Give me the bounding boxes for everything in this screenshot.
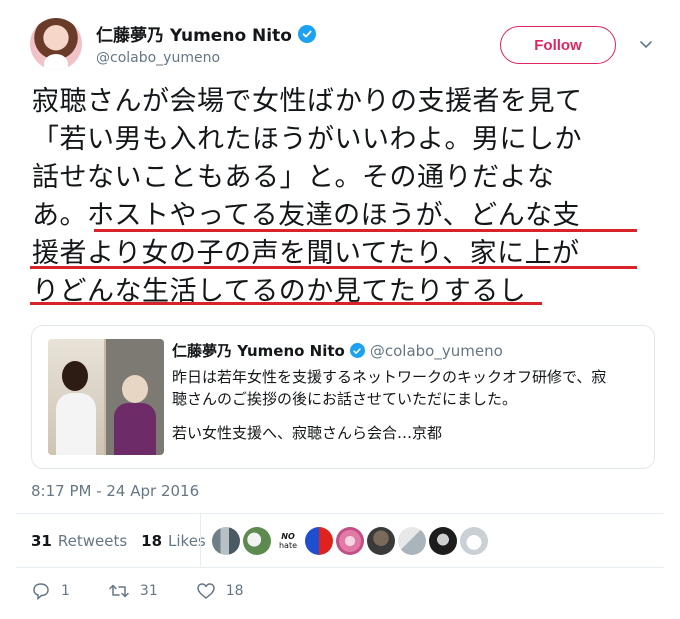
divider [16, 513, 664, 514]
likes-count: 18 [141, 532, 163, 550]
tweet-line: 「若い男も入れたほうがいいわよ。男にしか [32, 124, 582, 155]
quoted-tweet-photo [48, 339, 164, 455]
verified-badge-icon [349, 343, 365, 358]
retweets-stat[interactable]: 31 Retweets [31, 532, 127, 550]
tweet-line: 寂聴さんが会場で女性ばかりの支援者を見て [32, 86, 583, 117]
highlight-underline [94, 229, 637, 232]
liker-avatar[interactable]: NO hate [274, 527, 302, 555]
chevron-down-icon[interactable] [638, 36, 654, 52]
retweets-count: 31 [31, 532, 52, 550]
retweet-icon [109, 584, 129, 598]
liker-avatar[interactable] [429, 527, 457, 555]
liker-avatar[interactable] [336, 527, 364, 555]
retweet-action[interactable]: 31 [108, 582, 158, 600]
liker-avatar[interactable] [367, 527, 395, 555]
likes-stat[interactable]: 18 Likes [141, 532, 206, 550]
tweet-actions: 1 31 18 [31, 582, 282, 600]
reply-count: 1 [61, 583, 70, 599]
tweet-line: りどんな生活してるのか見てたりするし [32, 276, 527, 307]
verified-badge-icon [297, 24, 316, 43]
author-avatar[interactable] [30, 18, 82, 70]
heart-icon [197, 583, 215, 599]
tweet-line: 話せないこともある」と。その通りだよな [32, 162, 555, 193]
reply-action[interactable]: 1 [31, 582, 70, 600]
like-action[interactable]: 18 [196, 582, 244, 600]
like-count: 18 [225, 583, 244, 599]
author-handle[interactable]: @colabo_yumeno [96, 50, 220, 66]
quoted-text-line: 昨日は若年女性を支援するネットワークのキックオフ研修で、寂 [172, 368, 607, 386]
divider [200, 514, 201, 566]
liker-avatar[interactable] [243, 527, 271, 555]
liker-avatar[interactable] [212, 527, 240, 555]
liker-avatar[interactable] [460, 527, 488, 555]
tweet-text: 寂聴さんが会場で女性ばかりの支援者を見て 「若い男も入れたほうがいいわよ。男にし… [32, 83, 662, 311]
liker-avatar[interactable] [398, 527, 426, 555]
quoted-tweet-text: 昨日は若年女性を支援するネットワークのキックオフ研修で、寂 聴さんのご挨拶の後に… [172, 366, 642, 444]
liker-avatar[interactable] [305, 527, 333, 555]
quoted-author-handle[interactable]: @colabo_yumeno [370, 342, 503, 360]
highlight-underline [30, 266, 637, 269]
quoted-link-text[interactable]: 若い女性支援へ、寂聴さんら会合…京都 [172, 422, 642, 444]
liker-avatars: NO hate [212, 527, 488, 555]
retweet-count: 31 [139, 583, 158, 599]
nohate-text: hate [278, 541, 298, 550]
quoted-author-name[interactable]: 仁藤夢乃 Yumeno Nito [172, 340, 345, 361]
engagement-stats: 31 Retweets 18 Likes [31, 532, 220, 550]
divider [16, 567, 664, 568]
author-display-name[interactable]: 仁藤夢乃 Yumeno Nito [96, 21, 292, 46]
reply-icon [33, 583, 49, 600]
retweets-label: Retweets [57, 532, 128, 550]
highlight-underline [30, 302, 542, 305]
nohate-text: NO [281, 532, 295, 541]
quoted-text-line: 聴さんのご挨拶の後にお話させていただにました。 [172, 390, 518, 408]
follow-button[interactable]: Follow [500, 26, 616, 64]
tweet-timestamp[interactable]: 8:17 PM - 24 Apr 2016 [31, 482, 199, 500]
